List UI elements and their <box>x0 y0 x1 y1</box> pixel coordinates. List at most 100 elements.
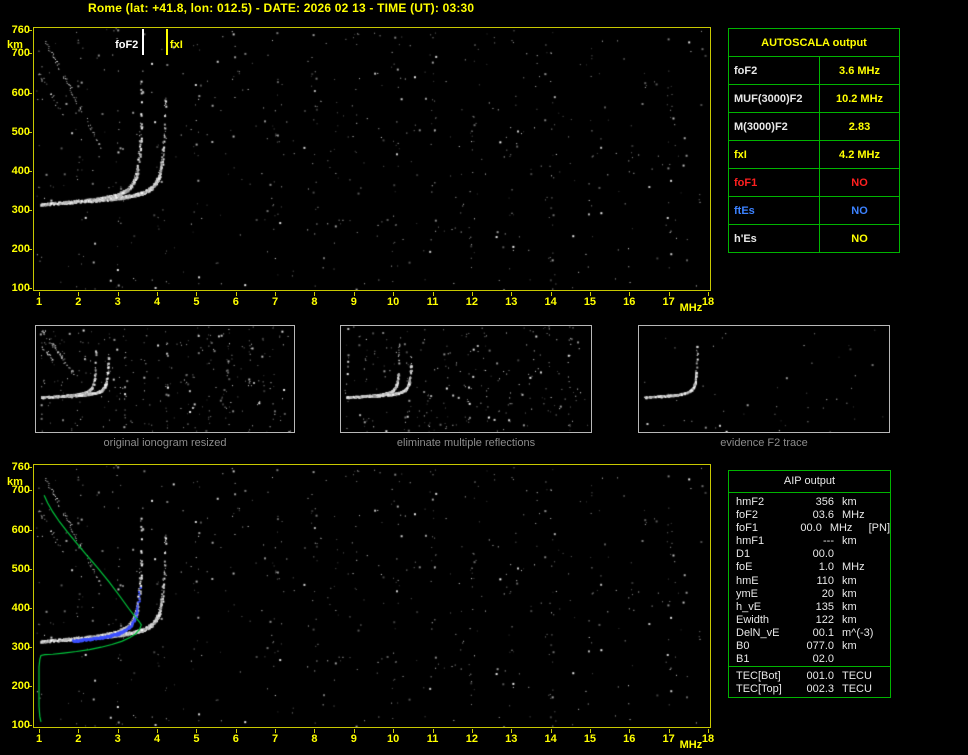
aip-tec-unit: TECU <box>842 670 872 683</box>
thumbnail-f2-trace-canvas <box>639 326 889 432</box>
aip-param-value: 077.0 <box>806 640 834 653</box>
x-tick-label: 12 <box>465 733 478 745</box>
aip-param-value: 110 <box>816 574 834 587</box>
aip-param-label: hmF2 <box>736 496 765 508</box>
aip-row: foF2 03.6 MHz <box>736 509 890 522</box>
aip-param-label: D1 <box>736 548 751 561</box>
y-tick-label: 500 <box>11 562 30 575</box>
x-tick-label: 6 <box>232 733 239 745</box>
x-tick-label: 2 <box>75 733 82 745</box>
x-tick-label: 15 <box>583 296 597 308</box>
autoscala-table-row: h'Es NO <box>728 224 900 253</box>
autoscala-param-label: foF1 <box>728 168 820 197</box>
x-tick-label: 16 <box>623 296 636 308</box>
fxi-marker-label: fxI <box>169 39 183 51</box>
x-axis-unit-label: MHz <box>679 302 703 314</box>
autoscala-param-label: ftEs <box>728 196 820 225</box>
x-tick-label: 17 <box>662 296 675 308</box>
autoscala-output-table: AUTOSCALA output foF2 3.6 MHz MUF(3000)F… <box>728 28 900 253</box>
aip-row: hmF1 --- km <box>736 535 890 548</box>
aip-param-value: 03.6 <box>812 509 834 522</box>
aip-param-label: h_vE <box>736 600 762 613</box>
aip-row: hmE 110 km <box>736 575 890 588</box>
aip-param-unit: km <box>842 574 857 587</box>
autoscala-param-value: 4.2 MHz <box>819 140 900 169</box>
aip-row: DelN_vE 00.1 m^(-3) <box>736 627 890 640</box>
y-tick-label: 500 <box>11 125 30 138</box>
y-tick-label: 760 <box>11 461 30 473</box>
x-tick-label: 7 <box>272 733 279 745</box>
y-tick-label: 300 <box>11 640 30 653</box>
autoscala-param-value: NO <box>819 196 900 225</box>
aip-param-label: DelN_vE <box>736 626 780 639</box>
thumbnail-f2-trace <box>638 325 890 433</box>
x-tick-label: 11 <box>426 296 439 308</box>
aip-param-unit <box>842 548 884 561</box>
y-tick-label: 200 <box>11 242 30 255</box>
y-tick-label: 200 <box>11 679 30 692</box>
autoscala-table-row: ftEs NO <box>728 196 900 225</box>
x-tick-label: 7 <box>272 296 279 308</box>
aip-row: B0 077.0 km <box>736 640 890 653</box>
autoscala-param-value: 10.2 MHz <box>819 84 900 113</box>
aip-param-value: 135 <box>815 600 834 613</box>
x-tick-label: 9 <box>350 733 357 745</box>
thumbnail-no-multiples <box>340 325 592 433</box>
x-tick-label: 9 <box>350 296 357 308</box>
x-tick-label: 4 <box>153 296 161 308</box>
x-tick-label: 11 <box>426 733 439 745</box>
x-tick-label: 6 <box>232 296 239 308</box>
aip-row: ymE 20 km <box>736 588 890 601</box>
thumbnail-original-ionogram <box>35 325 295 433</box>
fof2-marker-label: foF2 <box>115 39 139 51</box>
aip-panel-title: AIP output <box>729 471 890 493</box>
thumbnail-original-canvas <box>36 326 294 432</box>
y-tick-label: 600 <box>11 86 30 99</box>
aip-tec-value: 002.3 <box>806 683 834 696</box>
aip-param-unit: km <box>842 600 857 613</box>
top-ionogram-canvas <box>34 28 710 290</box>
autoscala-table-row: foF1 NO <box>728 168 900 197</box>
y-axis-unit-label: km <box>7 476 23 488</box>
x-tick-label: 5 <box>193 296 200 308</box>
aip-tec-row: TEC[Top] 002.3 TECU <box>736 683 890 696</box>
aip-row: h_vE 135 km <box>736 601 890 614</box>
aip-tec-value: 001.0 <box>806 670 834 683</box>
aip-param-label: hmE <box>736 574 759 587</box>
thumbnail-caption-original: original ionogram resized <box>103 437 227 449</box>
aip-row: B1 02.0 <box>736 653 890 666</box>
x-tick-label: 10 <box>387 733 400 745</box>
x-tick-label: 1 <box>35 296 43 308</box>
aip-param-label: B1 <box>736 653 750 666</box>
x-tick-label: 14 <box>544 733 557 745</box>
aip-param-value: 00.0 <box>800 522 822 535</box>
aip-param-label: hmF1 <box>736 535 765 548</box>
autoscala-table-row: M(3000)F2 2.83 <box>728 112 900 141</box>
y-tick-label: 400 <box>11 164 30 177</box>
fxi-marker-line <box>165 29 168 55</box>
fof2-marker-line <box>142 29 145 55</box>
aip-param-unit: km <box>842 613 857 626</box>
y-tick-label: 100 <box>11 282 30 294</box>
aip-tec-label: TEC[Top] <box>736 683 782 696</box>
autoscala-table-row: MUF(3000)F2 10.2 MHz <box>728 84 900 113</box>
autoscala-param-label: foF2 <box>728 56 820 85</box>
x-tick-label: 16 <box>623 733 636 745</box>
autoscala-table-row: foF2 3.6 MHz <box>728 56 900 85</box>
aip-param-value: --- <box>823 535 834 548</box>
autoscala-param-value: 3.6 MHz <box>819 56 900 85</box>
aip-rows: hmF2 356 km foF2 03.6 MHz foF1 00.0 MHz <box>729 493 890 666</box>
autoscala-app-screen: Rome (lat: +41.8, lon: 012.5) - DATE: 20… <box>0 0 968 755</box>
aip-param-unit: km <box>842 535 857 548</box>
aip-tec-label: TEC[Bot] <box>736 670 781 683</box>
y-axis-unit-label: km <box>7 39 23 51</box>
autoscala-param-label: M(3000)F2 <box>728 112 820 141</box>
aip-param-value: 00.1 <box>812 626 834 639</box>
aip-param-unit: MHz <box>829 522 853 535</box>
autoscala-table-row: fxI 4.2 MHz <box>728 140 900 169</box>
aip-param-label: B0 <box>736 640 750 653</box>
aip-param-unit: MHz <box>842 509 865 522</box>
aip-param-flag: [PN] <box>868 522 891 535</box>
x-tick-label: 10 <box>387 296 400 308</box>
bottom-ionogram-plot <box>33 464 711 728</box>
